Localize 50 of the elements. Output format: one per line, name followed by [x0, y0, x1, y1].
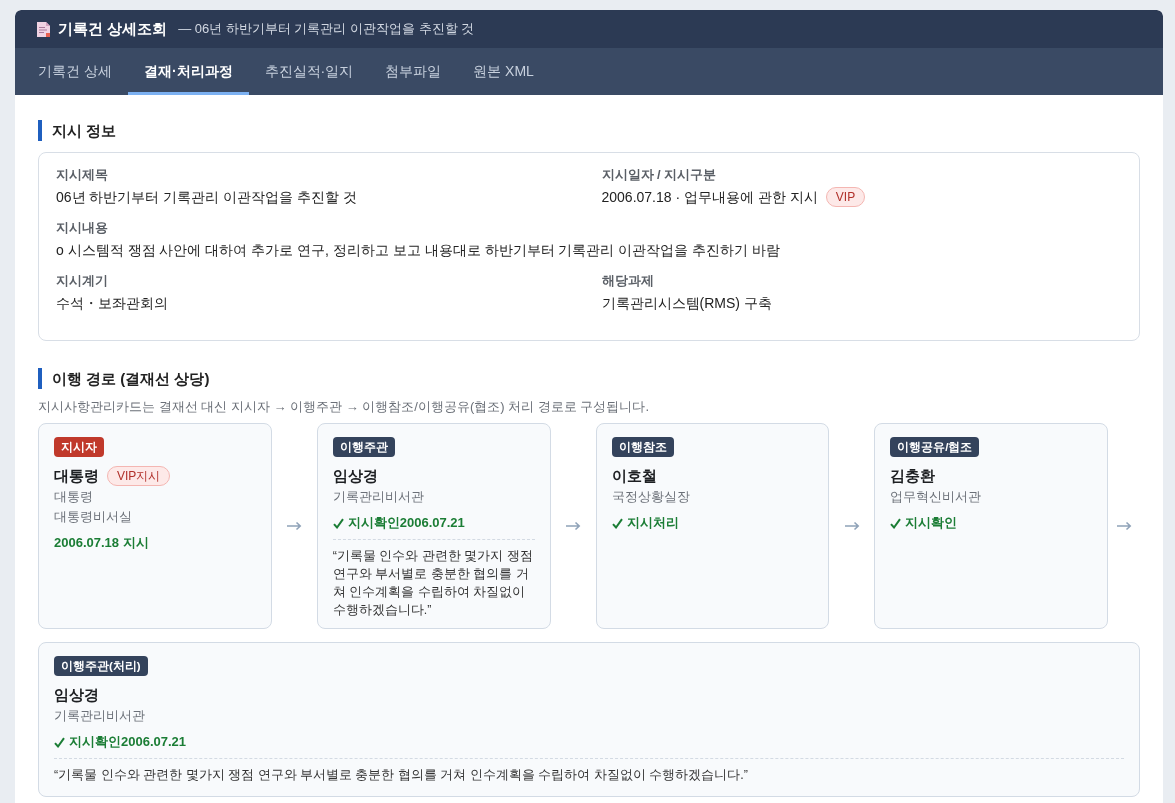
field-value: 수석・보좌관회의	[56, 294, 169, 313]
description-text: 지시사항관리카드는 결재선 대신 지시자 → 이행주관 → 이행참조/이행공유(협조) 처리 경로로 구성됩니다.	[38, 398, 650, 416]
status-text: 지시확인	[905, 514, 958, 532]
field-value: o 시스템적 쟁점 사안에 대하여 추가로 연구, 정리하고 보고 내용대로 하반기부터 기록관리 이관작업을 추진하기 바람	[56, 241, 782, 260]
field-value: 2006.07.18 · 업무내용에 관한 지시	[601, 188, 818, 207]
vip-tag: VIP	[825, 187, 866, 207]
position-text: 기록관리비서관	[54, 707, 146, 725]
tab[interactable]: 첨부파일	[369, 48, 458, 95]
role-badge: 이행주관	[332, 437, 395, 457]
person-name: 이호철	[611, 466, 657, 486]
position-text: 대통령비서실	[54, 508, 133, 526]
page-subtitle: — 06년 하반기부터 기록관리 이관작업을 추진할 것	[178, 20, 475, 39]
field-value: 06년 하반기부터 기록관리 이관작업을 추진할 것	[56, 188, 359, 207]
status-text: 2006.07.18 지시	[54, 534, 149, 552]
page-title: 기록건 상세조회	[58, 18, 168, 39]
tab[interactable]: 결재·처리과정	[127, 48, 249, 95]
arrow-icon	[843, 521, 860, 531]
position-text: 업무혁신비서관	[890, 488, 983, 506]
arrow-icon	[1116, 521, 1132, 531]
section-title: 지시 정보	[38, 120, 1140, 141]
arrow-icon	[286, 521, 303, 531]
position-text: 기록관리비서관	[332, 488, 425, 506]
position-text: 대통령	[54, 488, 94, 506]
vip-tag: VIP지시	[107, 466, 171, 486]
position-text: 국정상황실장	[611, 488, 691, 506]
person-name: 임상경	[332, 466, 378, 486]
document-icon	[37, 21, 50, 37]
comment-text: “기록물 인수와 관련한 몇가지 쟁점 연구와 부서별로 충분한 협의를 거쳐 인수계획을 수립하여 차질없이 수행하겠습니다.”	[332, 548, 534, 619]
role-badge: 지시자	[54, 437, 104, 457]
role-badge: 이행공유/협조	[890, 437, 980, 457]
status-text: 지시확인2006.07.21	[347, 514, 465, 532]
role-badge: 이행참조	[611, 437, 674, 457]
field-label: 지시내용	[56, 219, 109, 237]
status-text: 지시확인2006.07.21	[69, 733, 187, 751]
field-value: 기록관리시스템(RMS) 구축	[601, 294, 773, 313]
person-name: 임상경	[54, 685, 99, 705]
comment-text: “기록물 인수와 관련한 몇가지 쟁점 연구와 부서별로 충분한 협의를 거쳐 인수계획을 수립하여 차질없이 수행하겠습니다.”	[54, 767, 749, 784]
field-label: 지시제목	[56, 166, 109, 184]
field-label: 지시계기	[56, 272, 109, 290]
status-text: 지시처리	[626, 514, 679, 532]
arrow-icon	[565, 521, 581, 531]
role-badge: 이행주관(처리)	[54, 656, 148, 676]
field-label: 해당과제	[601, 272, 655, 290]
field-label: 지시일자 / 지시구분	[601, 166, 718, 184]
person-name: 김충환	[890, 466, 936, 486]
person-name: 대통령	[54, 466, 99, 486]
tab[interactable]: 원본 XML	[457, 48, 550, 95]
section-title: 이행 경로 (결재선 상당)	[38, 368, 1140, 389]
tab[interactable]: 추진실적·일지	[248, 48, 370, 95]
tab[interactable]: 기록건 상세	[22, 48, 128, 95]
